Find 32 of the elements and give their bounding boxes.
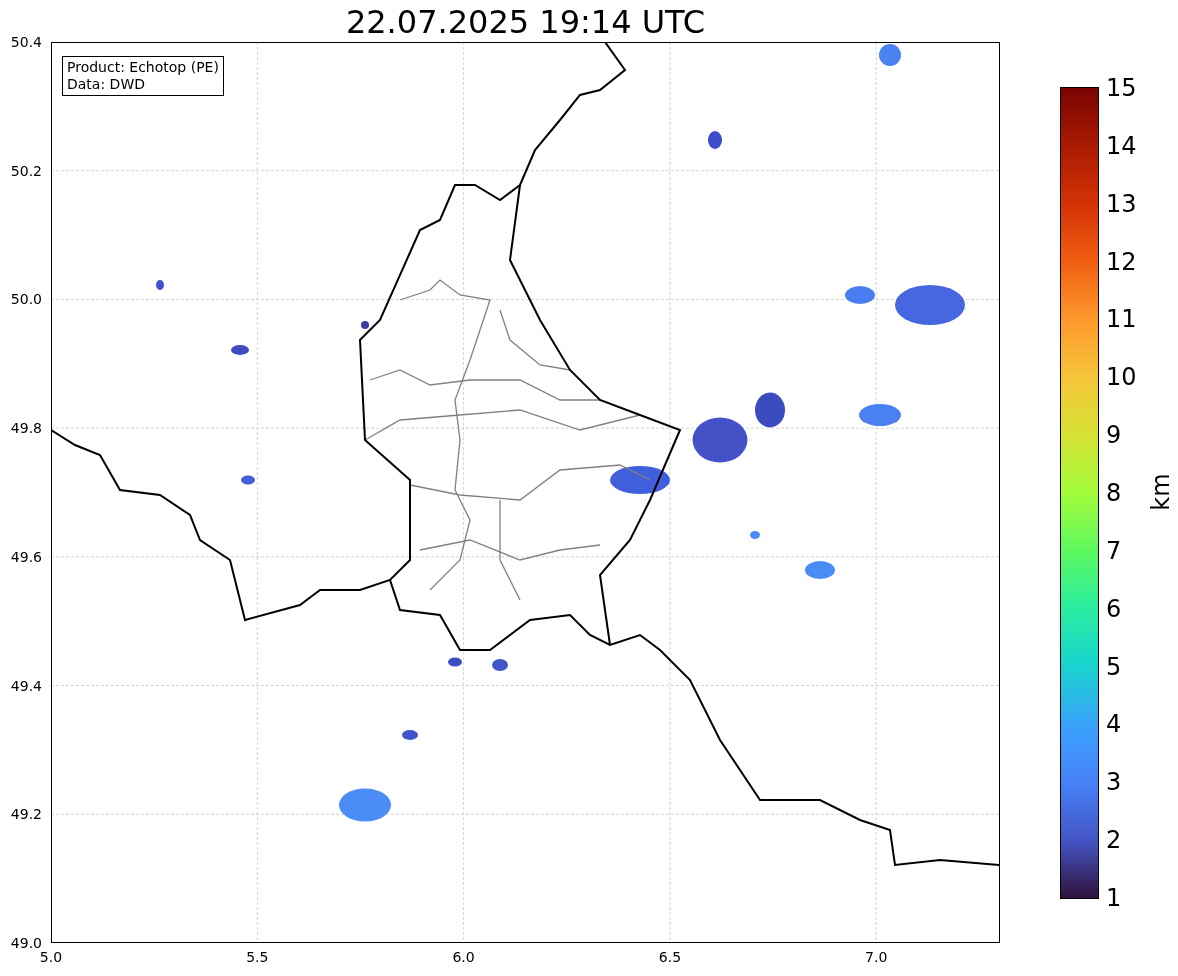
colorbar-label: km: [1146, 473, 1175, 511]
info-text: Data: DWD: [67, 76, 146, 93]
colorbar-tick-label: 14: [1106, 131, 1137, 160]
colorbar-tick-label: 8: [1106, 479, 1122, 507]
info-text: Product: Echotop (PE): [67, 59, 219, 76]
colorbar-tick-label: 5: [1106, 652, 1122, 681]
y-tick-label: 49.0: [10, 935, 42, 951]
y-tick-label: 49.6: [10, 548, 42, 565]
colorbar-tick-label: 9: [1106, 421, 1122, 450]
colorbar-tick-label: 2: [1106, 826, 1122, 855]
colorbar-tick-label: 15: [1106, 74, 1137, 102]
x-tick-label: 6.0: [452, 949, 475, 965]
y-tick-label: 49.8: [10, 420, 42, 437]
colorbar-tick-label: 11: [1106, 305, 1137, 334]
colorbar-tick-label: 13: [1106, 189, 1137, 218]
y-tick-label: 49.2: [10, 806, 42, 823]
colorbar-tick-label: 3: [1106, 768, 1122, 797]
x-tick-label: 5.0: [39, 949, 63, 965]
x-tick-label: 6.5: [658, 949, 682, 965]
y-tick-label: 50.2: [10, 162, 42, 179]
chart-title: 22.07.2025 19:14 UTC: [344, 2, 707, 42]
colorbar-tick-label: 10: [1106, 363, 1137, 392]
y-tick-label: 49.4: [10, 677, 42, 694]
y-tick-label: 50.0: [10, 291, 42, 308]
x-tick-label: 7.0: [865, 949, 888, 965]
colorbar-tick-label: 1: [1106, 884, 1122, 912]
x-tick-label: 5.5: [246, 949, 269, 965]
colorbar-tick-label: 7: [1106, 536, 1122, 565]
y-tick-label: 50.4: [10, 34, 42, 50]
colorbar-tick-label: 6: [1106, 594, 1122, 623]
colorbar-tick-label: 4: [1106, 710, 1122, 739]
colorbar-tick-label: 12: [1106, 247, 1137, 276]
